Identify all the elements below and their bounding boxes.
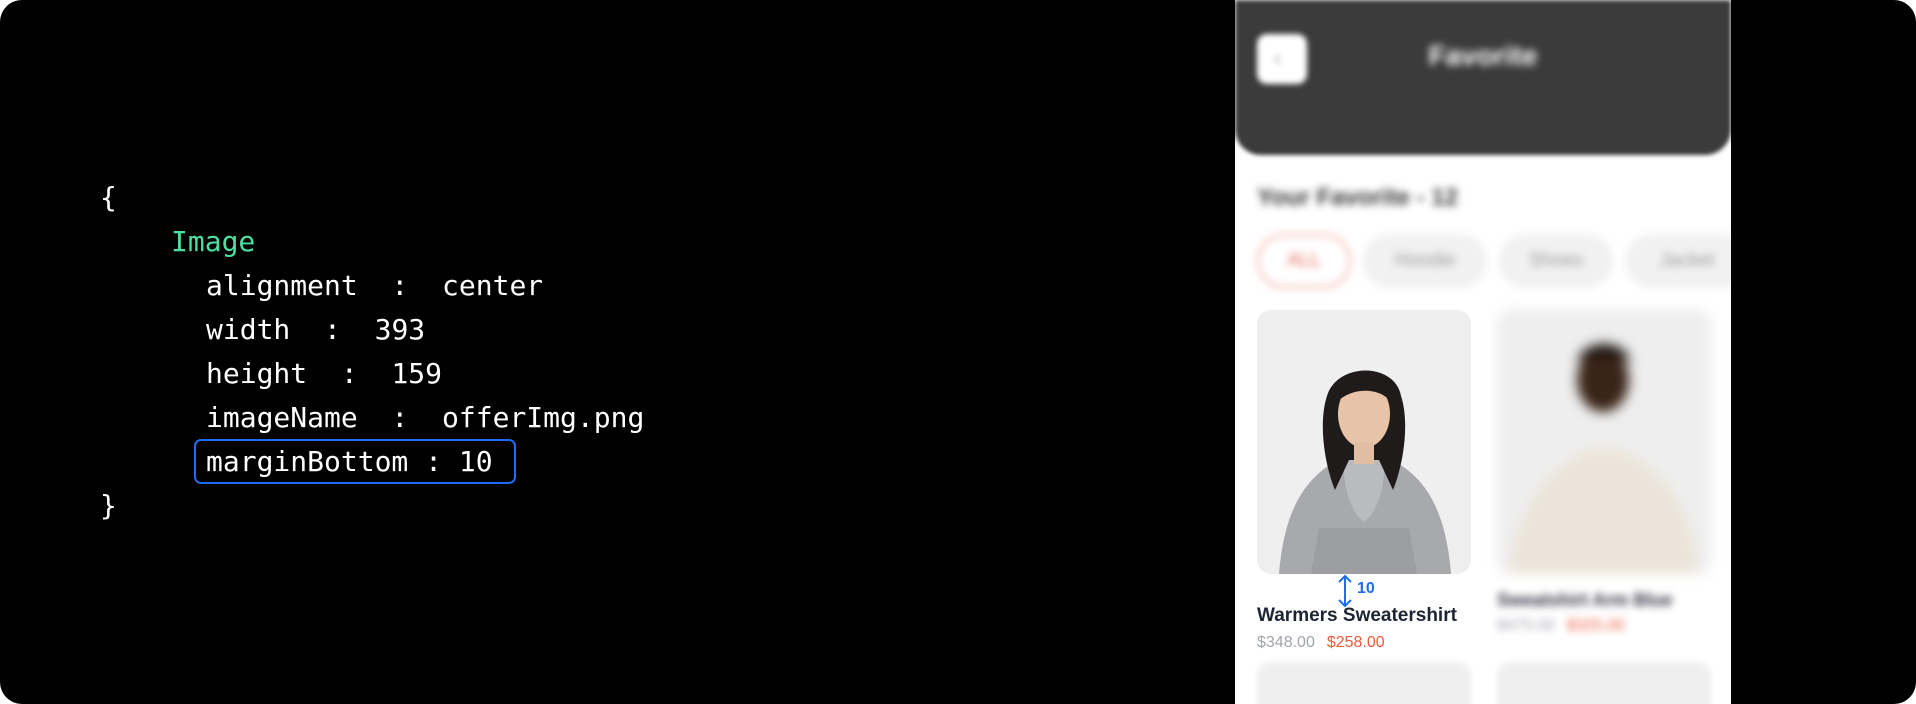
phone-header (1235, 0, 1731, 155)
prop-line: width : 393 (206, 308, 425, 352)
prop-key: imageName (206, 401, 358, 434)
prop-sep: : (357, 401, 443, 434)
original-price: $348.00 (1257, 634, 1315, 651)
product-price: $348.00 $258.00 (1257, 634, 1385, 652)
prop-value: center (442, 269, 544, 302)
prop-key: alignment (206, 269, 358, 302)
prop-line: imageName : offerImg.png (206, 396, 644, 440)
chip-hoodie[interactable]: Hoodie (1363, 234, 1487, 288)
product-card-3[interactable] (1257, 662, 1471, 704)
prop-line: height : 159 (206, 352, 442, 396)
spacing-arrow-icon (1338, 574, 1352, 608)
phone-preview: ‹ Favorite Your Favorite - 12 ALL Hoodie… (1235, 0, 1731, 704)
prop-value: 393 (374, 313, 426, 346)
person-illustration (1279, 370, 1451, 574)
prop-value: offerImg.png (442, 401, 645, 434)
sale-price-2: $325.00 (1566, 617, 1625, 634)
chip-jacket[interactable]: Jacket (1625, 234, 1731, 288)
prop-key: width (206, 313, 291, 346)
highlight-box (194, 439, 516, 484)
prop-sep: : (307, 357, 392, 390)
header-title: Favorite (1428, 40, 1538, 71)
product-name[interactable]: Warmers Sweatershirt (1257, 605, 1457, 627)
spacing-value: 10 (1357, 580, 1375, 597)
product-name-2[interactable]: Sweatshirt Arm Blue (1497, 590, 1672, 611)
person-illustration-2 (1509, 344, 1699, 574)
prop-sep: : (290, 313, 375, 346)
prop-line: alignment : center (206, 264, 543, 308)
prop-value: 159 (391, 357, 443, 390)
open-brace: { (100, 181, 117, 214)
product-price-2: $475.00 $325.00 (1497, 617, 1625, 635)
chip-all[interactable]: ALL (1257, 234, 1351, 288)
chip-shoes[interactable]: Shoes (1499, 234, 1613, 288)
canvas: { Image alignment : center width : 393 h… (0, 0, 1916, 704)
original-price-2: $475.00 (1497, 617, 1555, 634)
product-image-2[interactable] (1497, 310, 1711, 574)
close-brace: } (100, 489, 117, 522)
sale-price: $258.00 (1326, 634, 1385, 651)
component-name: Image (171, 225, 256, 258)
prop-key: height (206, 357, 308, 390)
prop-sep: : (357, 269, 443, 302)
section-title: Your Favorite - 12 (1257, 184, 1458, 211)
product-card-4[interactable] (1497, 662, 1711, 704)
product-image[interactable] (1257, 310, 1471, 574)
